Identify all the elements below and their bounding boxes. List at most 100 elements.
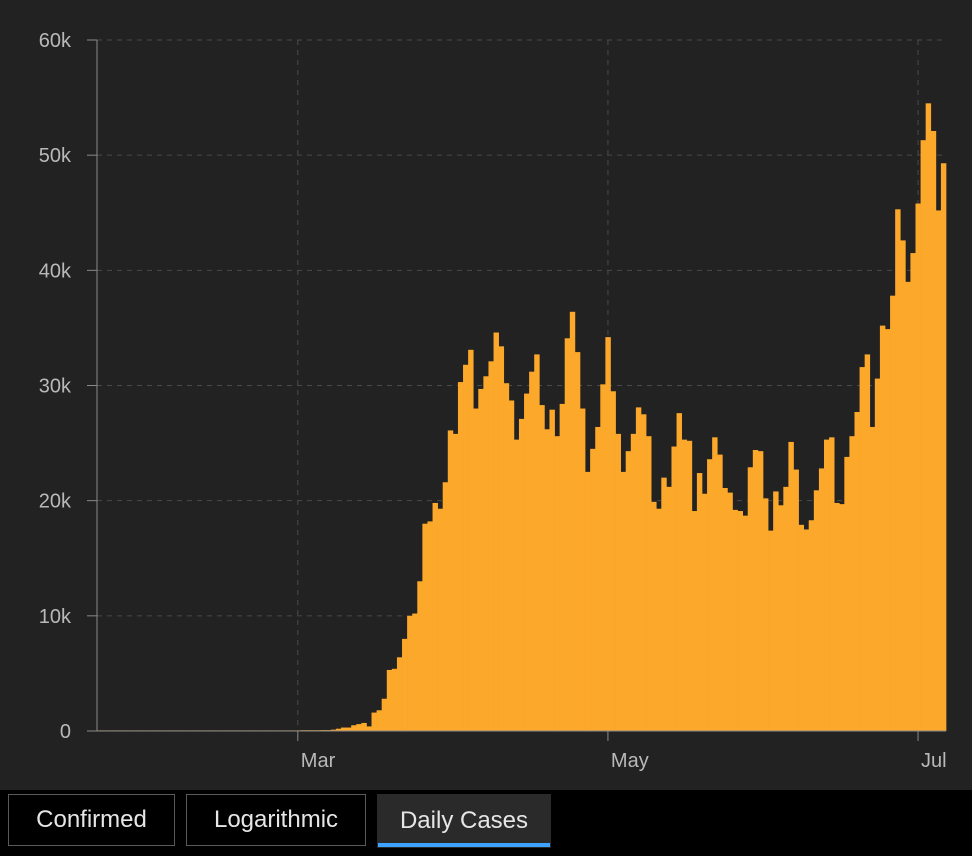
daily-bar: [844, 456, 850, 731]
daily-bar: [940, 163, 947, 731]
tab-confirmed[interactable]: Confirmed: [8, 794, 175, 846]
daily-bar: [930, 130, 937, 731]
daily-bar: [788, 441, 794, 731]
daily-bar: [686, 440, 693, 731]
daily-bar: [630, 433, 637, 731]
daily-bar: [722, 487, 728, 731]
daily-bar: [803, 529, 810, 731]
tab-logarithmic[interactable]: Logarithmic: [186, 794, 366, 846]
daily-bar: [346, 727, 352, 731]
daily-bar: [524, 393, 530, 731]
daily-bar: [351, 725, 357, 731]
daily-bar: [488, 361, 494, 731]
daily-bar: [671, 446, 677, 731]
daily-bar: [539, 405, 545, 731]
daily-bar: [737, 511, 743, 731]
daily-bar: [849, 436, 855, 731]
daily-bar: [661, 477, 667, 731]
daily-bar: [778, 505, 784, 731]
daily-bar: [793, 469, 799, 731]
daily-bar: [559, 403, 566, 731]
daily-bar: [468, 349, 474, 731]
daily-bar: [879, 325, 886, 731]
daily-bar: [935, 210, 942, 732]
daily-bar: [625, 451, 632, 731]
y-tick-label: 60k: [39, 30, 72, 52]
daily-bar: [356, 724, 362, 731]
daily-bar: [508, 400, 515, 731]
daily-bar: [564, 338, 571, 731]
daily-bar: [503, 383, 510, 731]
daily-bar: [391, 668, 398, 731]
daily-bar: [701, 493, 708, 731]
daily-bar: [640, 414, 647, 731]
tab-logarithmic-label: Logarithmic: [213, 806, 339, 833]
daily-bar: [895, 209, 901, 732]
daily-bar: [569, 311, 576, 731]
daily-bar: [859, 367, 866, 731]
daily-bar: [407, 615, 413, 731]
daily-bar: [890, 295, 896, 731]
daily-bar: [574, 352, 581, 731]
daily-bar: [839, 504, 845, 731]
daily-bar: [447, 430, 454, 731]
daily-bar: [432, 502, 438, 731]
daily-bar: [818, 468, 825, 731]
daily-bar: [869, 426, 876, 731]
daily-bar: [646, 436, 652, 731]
daily-bar: [483, 376, 489, 731]
daily-bar: [920, 140, 927, 731]
daily-bar: [768, 530, 774, 731]
daily-bar: [513, 439, 520, 731]
daily-bar: [371, 712, 377, 731]
daily-bar: [554, 436, 560, 731]
tab-daily-cases[interactable]: Daily Cases: [377, 794, 551, 848]
daily-bar: [829, 437, 835, 731]
tab-active-underline: [378, 843, 550, 847]
daily-bar: [544, 429, 550, 731]
x-tick-label: Mar: [301, 750, 336, 772]
daily-bar: [498, 346, 505, 731]
y-tick-label: 40k: [39, 260, 72, 282]
daily-bar: [752, 449, 759, 731]
daily-bar: [620, 471, 627, 731]
daily-bar: [910, 253, 916, 731]
daily-bar: [717, 454, 723, 731]
daily-bar: [808, 520, 815, 731]
daily-bar: [361, 722, 367, 731]
daily-bar: [493, 332, 499, 731]
daily-bar: [666, 486, 672, 731]
daily-bar: [457, 382, 464, 731]
daily-bar: [534, 354, 540, 731]
daily-bar: [396, 657, 403, 731]
daily-bar: [813, 490, 820, 731]
y-tick-label: 20k: [39, 491, 72, 513]
daily-bar: [600, 384, 606, 731]
daily-bar: [747, 467, 754, 731]
daily-bar: [834, 502, 840, 731]
daily-bar: [473, 408, 479, 731]
daily-bar: [452, 433, 459, 731]
daily-cases-chart: 0 10k 20k 30k 40k 50k 60k Mar May Jul: [0, 0, 972, 790]
daily-bar: [402, 638, 408, 731]
daily-bar: [376, 710, 383, 731]
chart-tab-bar: Confirmed Logarithmic Daily Cases: [0, 790, 972, 856]
daily-bar: [681, 439, 688, 731]
daily-bar: [884, 329, 891, 731]
daily-bar: [529, 371, 535, 731]
daily-bar: [707, 459, 713, 731]
daily-bar: [905, 281, 911, 731]
daily-bar: [442, 482, 449, 731]
daily-bar: [417, 581, 423, 731]
daily-bar: [925, 103, 932, 731]
daily-bar: [773, 491, 779, 731]
daily-bar: [783, 486, 789, 731]
daily-bar: [798, 524, 805, 731]
daily-bar: [691, 511, 698, 731]
daily-bar: [864, 354, 871, 731]
daily-bar: [386, 669, 393, 731]
daily-bar: [874, 378, 881, 731]
daily-bar: [696, 473, 703, 731]
daily-bar: [742, 515, 749, 731]
tab-daily-cases-label: Daily Cases: [399, 807, 529, 834]
